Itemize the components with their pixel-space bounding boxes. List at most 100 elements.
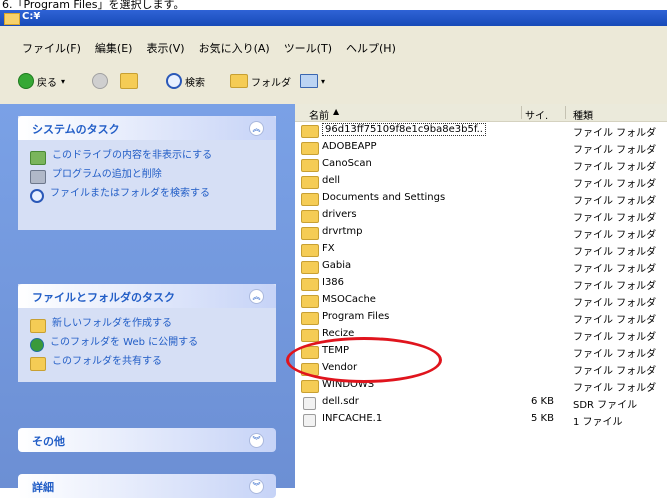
menu-bar: ファイル(F) 編集(E) 表示(V) お気に入り(A) ツール(T) ヘルプ(… xyxy=(0,26,667,59)
other-places-header[interactable]: その他 ︾ xyxy=(18,428,276,452)
new-folder-icon xyxy=(30,319,46,333)
file-row[interactable]: dell.sdr 6 KB SDR ファイル xyxy=(295,394,667,411)
menu-tools[interactable]: ツール(T) xyxy=(284,40,332,56)
file-row[interactable]: Gabia ファイル フォルダ xyxy=(295,258,667,275)
up-folder-button[interactable] xyxy=(120,72,141,90)
task-share-folder[interactable]: このフォルダを共有する xyxy=(30,356,266,371)
file-name: Documents and Settings xyxy=(322,192,446,203)
file-type: ファイル フォルダ xyxy=(573,213,657,224)
column-size[interactable]: サイ. xyxy=(525,107,548,122)
expand-icon[interactable]: ︾ xyxy=(249,479,264,494)
other-places-panel: その他 ︾ xyxy=(18,428,276,462)
file-name: INFCACHE.1 xyxy=(322,413,383,424)
folder-icon xyxy=(301,125,319,138)
file-row[interactable]: 96d13ff75109f8e1c9ba8e3b5f.. ファイル フォルダ xyxy=(295,122,667,139)
task-add-remove-programs[interactable]: プログラムの追加と削除 xyxy=(30,169,266,184)
file-row[interactable]: ADOBEAPP ファイル フォルダ xyxy=(295,139,667,156)
file-name: 96d13ff75109f8e1c9ba8e3b5f.. xyxy=(322,123,486,136)
globe-icon xyxy=(30,338,44,352)
file-type: ファイル フォルダ xyxy=(573,264,657,275)
file-row-program-files[interactable]: Program Files ファイル フォルダ xyxy=(295,309,667,326)
folders-button[interactable]: フォルダ xyxy=(230,72,291,90)
views-icon xyxy=(300,74,318,88)
search-icon xyxy=(30,189,44,203)
file-row[interactable]: INFCACHE.1 5 KB 1 ファイル xyxy=(295,411,667,428)
forward-button[interactable] xyxy=(92,72,111,90)
folder-icon xyxy=(301,176,319,189)
file-tasks-title: ファイルとフォルダのタスク xyxy=(32,291,175,304)
task-hide-drive[interactable]: このドライブの内容を非表示にする xyxy=(30,150,266,165)
file-row[interactable]: FX ファイル フォルダ xyxy=(295,241,667,258)
share-folder-icon xyxy=(30,357,46,371)
file-name: Program Files xyxy=(322,311,390,322)
file-row[interactable]: drivers ファイル フォルダ xyxy=(295,207,667,224)
collapse-icon[interactable]: ︽ xyxy=(249,121,264,136)
file-row[interactable]: Documents and Settings ファイル フォルダ xyxy=(295,190,667,207)
file-type: ファイル フォルダ xyxy=(573,332,657,343)
column-divider[interactable] xyxy=(565,106,566,119)
file-row[interactable]: CanoScan ファイル フォルダ xyxy=(295,156,667,173)
back-label: 戻る xyxy=(37,77,57,89)
system-tasks-header[interactable]: システムのタスク ︽ xyxy=(18,116,276,140)
folder-icon xyxy=(301,210,319,223)
file-row[interactable]: I386 ファイル フォルダ xyxy=(295,275,667,292)
task-new-folder[interactable]: 新しいフォルダを作成する xyxy=(30,318,266,333)
file-row[interactable]: MSOCache ファイル フォルダ xyxy=(295,292,667,309)
file-row[interactable]: drvrtmp ファイル フォルダ xyxy=(295,224,667,241)
task-label: このフォルダを共有する xyxy=(52,356,162,367)
menu-view[interactable]: 表示(V) xyxy=(146,40,184,56)
folder-icon xyxy=(301,261,319,274)
system-tasks-title: システムのタスク xyxy=(32,123,120,136)
task-label: ファイルまたはフォルダを検索する xyxy=(50,188,210,199)
file-name: MSOCache xyxy=(322,294,376,305)
details-header[interactable]: 詳細 ︾ xyxy=(18,474,276,498)
expand-icon[interactable]: ︾ xyxy=(249,433,264,448)
column-divider[interactable] xyxy=(521,106,522,119)
chevron-down-icon: ▾ xyxy=(61,76,66,86)
column-headers: 名前 ▲ サイ. 種類 xyxy=(295,104,667,122)
task-publish-web[interactable]: このフォルダを Web に公開する xyxy=(30,337,266,352)
file-type: ファイル フォルダ xyxy=(573,366,657,377)
menu-edit[interactable]: 編集(E) xyxy=(95,40,133,56)
file-type: ファイル フォルダ xyxy=(573,383,657,394)
file-type: ファイル フォルダ xyxy=(573,179,657,190)
task-label: このフォルダを Web に公開する xyxy=(50,337,199,348)
file-type: ファイル フォルダ xyxy=(573,298,657,309)
task-label: プログラムの追加と削除 xyxy=(52,169,162,180)
chevron-down-icon: ▾ xyxy=(321,76,326,86)
folder-icon xyxy=(301,329,319,342)
folder-icon xyxy=(301,312,319,325)
title-bar: C:¥ xyxy=(0,10,667,26)
task-label: 新しいフォルダを作成する xyxy=(52,318,172,329)
menu-help[interactable]: ヘルプ(H) xyxy=(346,40,396,56)
system-tasks-panel: システムのタスク ︽ このドライブの内容を非表示にする プログラムの追加と削除 … xyxy=(18,116,276,230)
folders-icon xyxy=(230,74,248,88)
toolbar: 戻る ▾ 検索 フォルダ ▾ xyxy=(0,58,667,105)
file-type: ファイル フォルダ xyxy=(573,247,657,258)
file-type: ファイル フォルダ xyxy=(573,315,657,326)
instruction-text: 6.「Program Files」を選択します。 xyxy=(2,0,185,10)
file-type: ファイル フォルダ xyxy=(573,162,657,173)
collapse-icon[interactable]: ︽ xyxy=(249,289,264,304)
sort-asc-icon: ▲ xyxy=(333,107,340,116)
file-type: 1 ファイル xyxy=(573,417,623,428)
column-type[interactable]: 種類 xyxy=(573,107,593,122)
file-tasks-header[interactable]: ファイルとフォルダのタスク ︽ xyxy=(18,284,276,308)
search-button[interactable]: 検索 xyxy=(166,72,205,90)
task-search-files[interactable]: ファイルまたはフォルダを検索する xyxy=(30,188,266,203)
file-name: CanoScan xyxy=(322,158,372,169)
column-name[interactable]: 名前 xyxy=(309,107,329,122)
folder-icon xyxy=(301,295,319,308)
views-button[interactable]: ▾ xyxy=(300,72,325,90)
file-type: ファイル フォルダ xyxy=(573,128,657,139)
menu-favorites[interactable]: お気に入り(A) xyxy=(199,40,270,56)
task-label: このドライブの内容を非表示にする xyxy=(52,150,213,161)
back-button[interactable]: 戻る ▾ xyxy=(18,72,65,90)
up-folder-icon xyxy=(120,73,138,89)
task-pane: システムのタスク ︽ このドライブの内容を非表示にする プログラムの追加と削除 … xyxy=(0,104,295,498)
folder-icon xyxy=(301,227,319,240)
menu-file[interactable]: ファイル(F) xyxy=(22,40,81,56)
file-row[interactable]: dell ファイル フォルダ xyxy=(295,173,667,190)
file-name: ADOBEAPP xyxy=(322,141,377,152)
file-name: FX xyxy=(322,243,335,254)
